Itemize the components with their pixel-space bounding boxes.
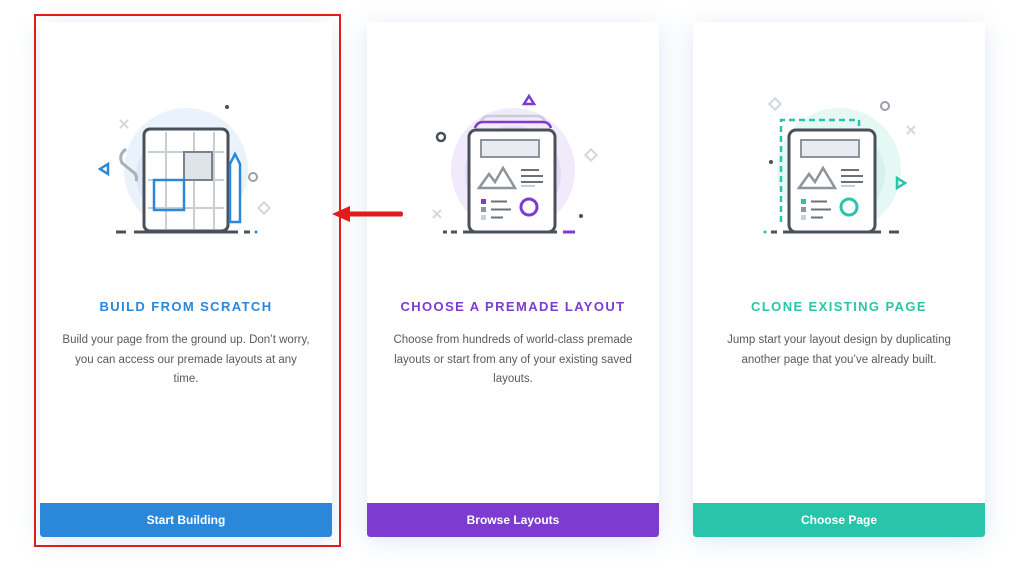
card-title: CHOOSE A PREMADE LAYOUT	[400, 299, 626, 314]
clone-document-icon	[763, 96, 916, 234]
build-from-scratch-card[interactable]: BUILD FROM SCRATCH Build your page from …	[40, 22, 332, 537]
card-description: Choose from hundreds of world-class prem…	[393, 334, 633, 385]
card-title: BUILD FROM SCRATCH	[99, 299, 273, 314]
card-description: Jump start your layout design by duplica…	[727, 334, 951, 366]
layout-document-icon	[432, 93, 599, 234]
card-description: Build your page from the ground up. Don’…	[62, 334, 310, 385]
grid-blueprint-icon	[97, 105, 272, 234]
clone-existing-page-card[interactable]: CLONE EXISTING PAGE Jump start your layo…	[693, 22, 985, 537]
choose-premade-layout-card[interactable]: CHOOSE A PREMADE LAYOUT Choose from hund…	[367, 22, 659, 537]
card-title: CLONE EXISTING PAGE	[751, 299, 927, 314]
start-building-button[interactable]: Start Building	[40, 503, 332, 537]
choose-page-button[interactable]: Choose Page	[693, 503, 985, 537]
browse-layouts-button[interactable]: Browse Layouts	[367, 503, 659, 537]
